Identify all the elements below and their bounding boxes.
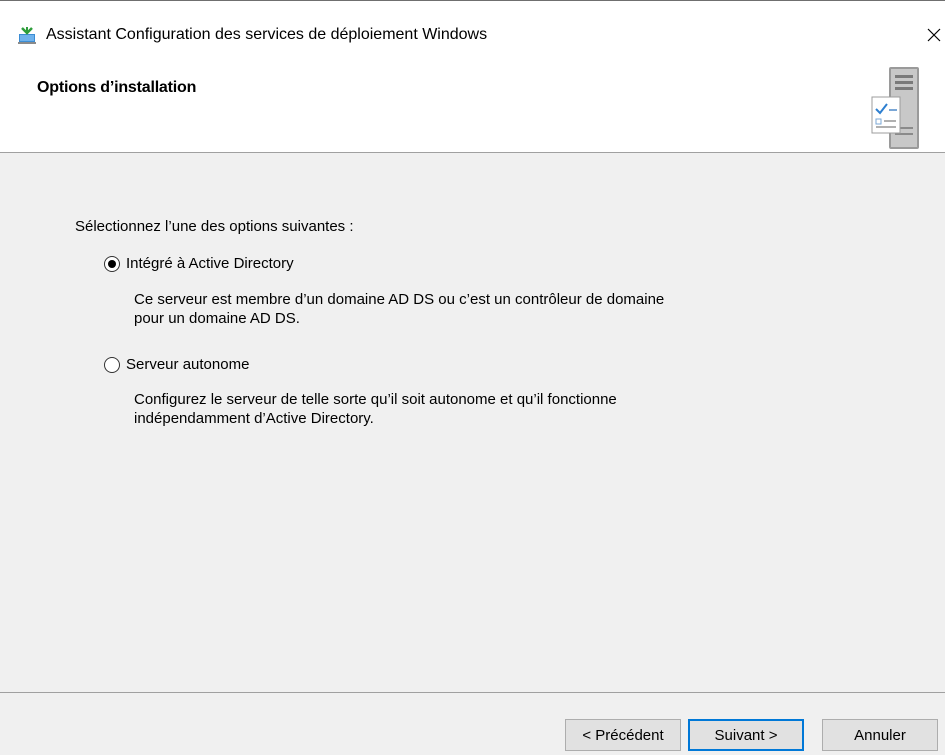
close-icon	[927, 28, 940, 42]
option-standalone[interactable]: Serveur autonome	[104, 356, 249, 373]
instruction-text: Sélectionnez l’une des options suivantes…	[75, 218, 354, 235]
radio-standalone[interactable]	[104, 356, 120, 373]
option-integrated-ad[interactable]: Intégré à Active Directory	[104, 255, 294, 272]
title-bar[interactable]: Assistant Configuration des services de …	[0, 1, 945, 55]
radio-integrated-ad[interactable]	[104, 255, 120, 272]
next-button[interactable]: Suivant >	[688, 719, 804, 751]
option-description-integrated-ad: Ce serveur est membre d’un domaine AD DS…	[134, 290, 664, 328]
cancel-button[interactable]: Annuler	[822, 719, 938, 751]
page-title: Options d’installation	[37, 79, 197, 96]
deployment-services-icon	[18, 27, 36, 44]
wizard-window: Assistant Configuration des services de …	[0, 0, 945, 755]
description-line: Ce serveur est membre d’un domaine AD DS…	[134, 291, 665, 308]
button-bar: < Précédent Suivant > Annuler	[0, 693, 945, 755]
description-line: pour un domaine AD DS.	[134, 310, 300, 327]
description-line: Configurez le serveur de telle sorte qu’…	[134, 391, 617, 408]
server-checklist-icon	[871, 67, 919, 149]
previous-button[interactable]: < Précédent	[565, 719, 681, 751]
option-label-standalone: Serveur autonome	[126, 356, 250, 373]
window-title: Assistant Configuration des services de …	[46, 26, 488, 43]
option-label-integrated-ad: Intégré à Active Directory	[126, 255, 294, 272]
description-line: indépendamment d’Active Directory.	[134, 410, 374, 427]
content-area: Sélectionnez l’une des options suivantes…	[0, 154, 945, 692]
option-description-standalone: Configurez le serveur de telle sorte qu’…	[134, 390, 617, 428]
page-header: Options d’installation	[0, 55, 945, 153]
close-button[interactable]	[922, 19, 945, 51]
